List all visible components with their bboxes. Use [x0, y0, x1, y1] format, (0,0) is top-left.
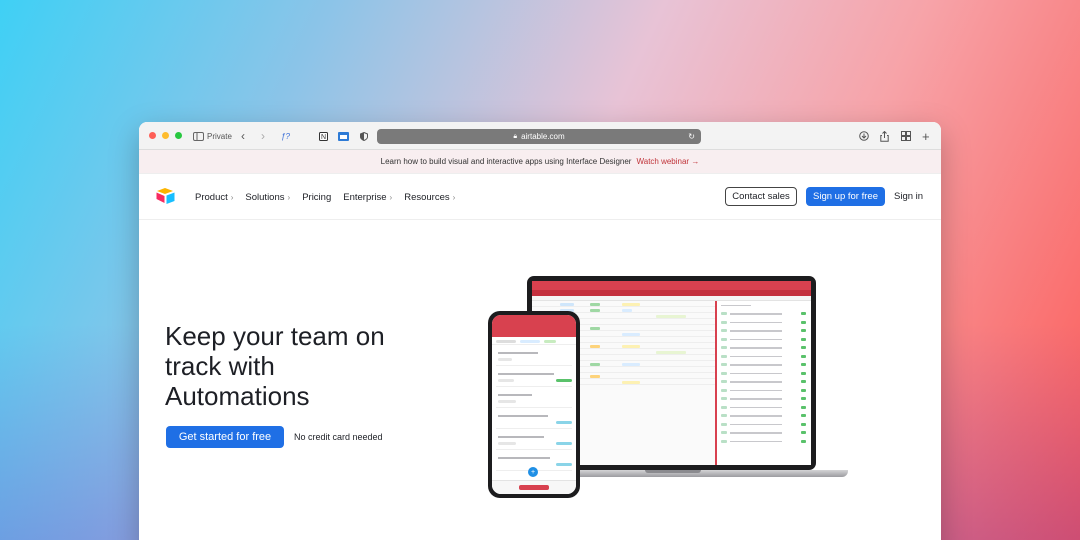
svg-text:N: N	[321, 134, 326, 141]
phone-card-image	[496, 348, 572, 366]
nav-links: Product › Solutions › Pricing Enterprise › …	[195, 174, 455, 220]
notion-extension-icon[interactable]: N	[319, 122, 328, 150]
watch-webinar-link[interactable]: Watch webinar →	[636, 157, 699, 166]
phone-add-icon: +	[528, 467, 538, 477]
phone-card-image	[496, 390, 572, 408]
signup-button[interactable]: Sign up for free	[806, 187, 885, 206]
contact-sales-button[interactable]: Contact sales	[725, 187, 797, 206]
browser-toolbar: Private ‹ › ƒ? N 🔒︎ airtable.com ↻ +	[139, 122, 941, 150]
site-nav: Product › Solutions › Pricing Enterprise › …	[139, 174, 941, 220]
phone-app-header-image	[492, 315, 576, 337]
phone-mockup-image: +	[488, 311, 580, 498]
nav-item-solutions[interactable]: Solutions ›	[245, 192, 290, 203]
phone-bottom-bar-image	[492, 480, 576, 494]
shield-icon[interactable]	[360, 122, 368, 150]
nav-item-label: Product	[195, 191, 228, 203]
hero-title-line: Automations	[165, 381, 310, 411]
banner-text: Learn how to build visual and interactiv…	[380, 157, 632, 166]
chevron-right-icon: ›	[230, 192, 234, 202]
new-tab-icon[interactable]: +	[922, 122, 930, 150]
nav-item-product[interactable]: Product ›	[195, 192, 233, 203]
phone-filter-row-image	[492, 337, 576, 345]
tab-overview-icon[interactable]	[901, 122, 911, 150]
reload-icon[interactable]: ↻	[688, 132, 695, 141]
airtable-logo[interactable]	[156, 187, 176, 205]
address-bar[interactable]: 🔒︎ airtable.com ↻	[377, 129, 701, 144]
share-icon[interactable]	[880, 122, 889, 150]
extension-formula-icon[interactable]: ƒ?	[281, 122, 290, 150]
minimize-window-button[interactable]	[162, 132, 169, 139]
laptop-notch-image	[645, 470, 701, 473]
forward-icon[interactable]: ›	[261, 122, 265, 150]
chevron-right-icon: ›	[287, 192, 291, 202]
phone-card-image	[496, 411, 572, 429]
nav-item-pricing[interactable]: Pricing	[302, 192, 331, 203]
phone-card-image	[496, 369, 572, 387]
nav-item-label: Solutions	[245, 191, 285, 203]
promo-banner: Learn how to build visual and interactiv…	[139, 150, 941, 174]
nav-item-enterprise[interactable]: Enterprise ›	[343, 192, 392, 203]
download-icon[interactable]	[859, 122, 869, 150]
nav-item-label: Enterprise	[343, 191, 387, 203]
no-credit-card-note: No credit card needed	[294, 432, 383, 442]
extension-window-icon[interactable]	[338, 122, 349, 150]
back-icon[interactable]: ‹	[241, 122, 245, 150]
sidebar-toggle-icon[interactable]	[193, 122, 204, 150]
chevron-right-icon: ›	[389, 192, 393, 202]
hero-title-line: Keep your team on	[165, 321, 385, 351]
close-window-button[interactable]	[149, 132, 156, 139]
lock-icon: 🔒︎	[513, 132, 518, 140]
app-header-image	[532, 281, 811, 290]
zoom-window-button[interactable]	[175, 132, 182, 139]
phone-screen-image: +	[492, 315, 576, 494]
get-started-button[interactable]: Get started for free	[166, 426, 284, 448]
nav-item-label: Pricing	[302, 191, 332, 203]
nav-item-label: Resources	[404, 191, 450, 203]
signin-link[interactable]: Sign in	[894, 187, 923, 206]
hero-title: Keep your team on track with Automations	[165, 321, 425, 411]
browser-window: Private ‹ › ƒ? N 🔒︎ airtable.com ↻ + Lea	[139, 122, 941, 540]
chevron-right-icon: ›	[452, 192, 456, 202]
private-mode-label: Private	[207, 131, 232, 141]
window-controls	[149, 132, 182, 139]
automations-panel-image	[715, 301, 811, 465]
url-text: airtable.com	[521, 132, 565, 141]
nav-item-resources[interactable]: Resources ›	[404, 192, 455, 203]
hero-title-line: track with	[165, 351, 275, 381]
phone-card-image	[496, 432, 572, 450]
